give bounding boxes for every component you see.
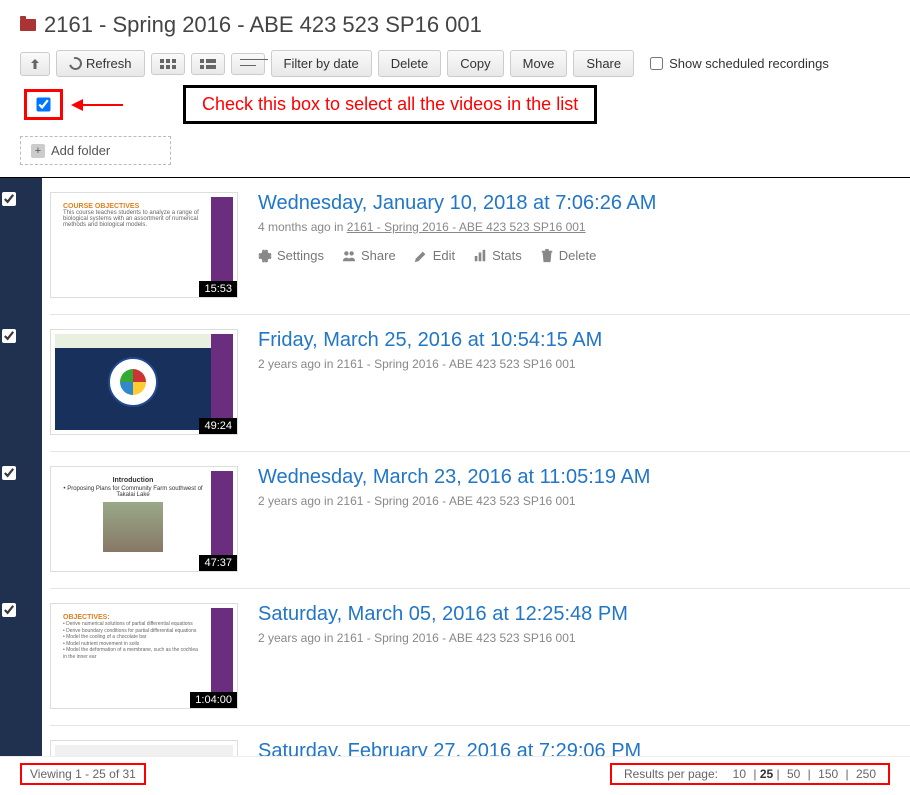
delete-button[interactable]: Delete	[378, 50, 442, 77]
toolbar: Refresh Filter by date Delete Copy Move …	[20, 50, 890, 77]
edit-action[interactable]: Edit	[414, 248, 455, 263]
folder-link[interactable]: 2161 - Spring 2016 - ABE 423 523 SP16 00…	[347, 220, 586, 234]
view-list-button[interactable]	[191, 53, 225, 75]
video-meta: Friday, March 25, 2016 at 10:54:15 AM 2 y…	[258, 329, 910, 435]
video-row: 49:24 Friday, March 25, 2016 at 10:54:15 …	[50, 315, 910, 452]
scheduled-toggle[interactable]: Show scheduled recordings	[650, 56, 829, 71]
video-actions: Settings Share Edit Stats Delete	[258, 248, 910, 263]
stats-action[interactable]: Stats	[473, 248, 522, 263]
refresh-button[interactable]: Refresh	[56, 50, 145, 77]
plus-icon: +	[31, 144, 45, 158]
up-arrow-icon	[29, 58, 41, 70]
rpp-label: Results per page:	[620, 767, 722, 781]
row-checkbox[interactable]	[2, 466, 16, 480]
video-subtitle: 2 years ago in 2161 - Spring 2016 - ABE …	[258, 357, 910, 371]
trash-icon	[540, 249, 554, 263]
video-title-link[interactable]: Wednesday, January 10, 2018 at 7:06:26 A…	[258, 192, 656, 214]
duration-badge: 49:24	[199, 418, 237, 434]
video-subtitle: 2 years ago in 2161 - Spring 2016 - ABE …	[258, 494, 910, 508]
video-meta: Saturday, February 27, 2016 at 7:29:06 P…	[258, 740, 910, 756]
list-icon	[200, 59, 216, 69]
video-subtitle: 4 months ago in 2161 - Spring 2016 - ABE…	[258, 220, 910, 234]
duration-badge: 1:04:00	[190, 692, 237, 708]
annotation-text: Check this box to select all the videos …	[183, 85, 597, 124]
folder-text: 2161 - Spring 2016 - ABE 423 523 SP16 00…	[337, 357, 576, 371]
move-button[interactable]: Move	[510, 50, 568, 77]
annotation-arrow-icon	[73, 104, 123, 106]
folder-text: 2161 - Spring 2016 - ABE 423 523 SP16 00…	[337, 494, 576, 508]
add-folder-button[interactable]: + Add folder	[20, 136, 171, 165]
duration-badge: 15:53	[199, 281, 237, 297]
view-grid-button[interactable]	[151, 53, 185, 75]
share-icon	[342, 249, 356, 263]
video-row: COURSE OBJECTIVESThis course teaches stu…	[50, 178, 910, 315]
video-thumbnail[interactable]	[50, 740, 238, 756]
video-row: Saturday, February 27, 2016 at 7:29:06 P…	[50, 726, 910, 756]
filter-button[interactable]: Filter by date	[271, 50, 372, 77]
row-checkbox[interactable]	[2, 192, 16, 206]
video-row: OBJECTIVES:• Derive numerical solutions …	[50, 589, 910, 726]
rpp-150[interactable]: 150	[814, 767, 842, 781]
share-action[interactable]: Share	[342, 248, 396, 263]
duration-badge: 47:37	[199, 555, 237, 571]
video-title-link[interactable]: Wednesday, March 23, 2016 at 11:05:19 AM	[258, 466, 650, 488]
folder-text: 2161 - Spring 2016 - ABE 423 523 SP16 00…	[337, 631, 576, 645]
video-title-link[interactable]: Saturday, February 27, 2016 at 7:29:06 P…	[258, 740, 641, 756]
stats-icon	[473, 249, 487, 263]
video-list: COURSE OBJECTIVESThis course teaches stu…	[0, 177, 910, 756]
row-checkbox[interactable]	[2, 329, 16, 343]
row-checkbox[interactable]	[2, 603, 16, 617]
refresh-label: Refresh	[86, 56, 132, 71]
video-meta: Saturday, March 05, 2016 at 12:25:48 PM 2…	[258, 603, 910, 709]
video-subtitle: 2 years ago in 2161 - Spring 2016 - ABE …	[258, 631, 910, 645]
delete-action[interactable]: Delete	[540, 248, 597, 263]
rpp-25[interactable]: 25	[760, 767, 773, 781]
video-title-link[interactable]: Saturday, March 05, 2016 at 12:25:48 PM	[258, 603, 628, 625]
video-thumbnail[interactable]: 49:24	[50, 329, 238, 435]
select-all-row: Check this box to select all the videos …	[20, 85, 890, 124]
select-all-checkbox[interactable]	[36, 97, 50, 111]
rpp-250[interactable]: 250	[852, 767, 880, 781]
scheduled-checkbox[interactable]	[650, 57, 663, 70]
pencil-icon	[414, 249, 428, 263]
video-row: Introduction• Proposing Plans for Commun…	[50, 452, 910, 589]
view-detail-button[interactable]	[231, 53, 265, 75]
video-title-link[interactable]: Friday, March 25, 2016 at 10:54:15 AM	[258, 329, 602, 351]
rpp-10[interactable]: 10	[729, 767, 750, 781]
video-thumbnail[interactable]: COURSE OBJECTIVESThis course teaches stu…	[50, 192, 238, 298]
rpp-50[interactable]: 50	[783, 767, 804, 781]
settings-action[interactable]: Settings	[258, 248, 324, 263]
video-thumbnail[interactable]: OBJECTIVES:• Derive numerical solutions …	[50, 603, 238, 709]
paging-status: Viewing 1 - 25 of 31	[20, 763, 146, 785]
video-meta: Wednesday, January 10, 2018 at 7:06:26 A…	[258, 192, 910, 298]
video-meta: Wednesday, March 23, 2016 at 11:05:19 AM…	[258, 466, 910, 572]
scheduled-label: Show scheduled recordings	[669, 56, 829, 71]
detail-icon	[240, 59, 256, 69]
results-per-page: Results per page: 10 | 25 | 50 | 150 | 2…	[610, 763, 890, 785]
copy-button[interactable]: Copy	[447, 50, 503, 77]
add-folder-label: Add folder	[51, 143, 110, 158]
up-button[interactable]	[20, 52, 50, 76]
share-button[interactable]: Share	[573, 50, 634, 77]
video-thumbnail[interactable]: Introduction• Proposing Plans for Commun…	[50, 466, 238, 572]
folder-icon	[20, 19, 36, 31]
select-all-highlight	[24, 89, 63, 120]
grid-icon	[160, 59, 176, 69]
gear-icon	[258, 249, 272, 263]
page-header: 2161 - Spring 2016 - ABE 423 523 SP16 00…	[20, 12, 890, 38]
refresh-icon	[67, 55, 85, 73]
page-title: 2161 - Spring 2016 - ABE 423 523 SP16 00…	[44, 12, 482, 38]
